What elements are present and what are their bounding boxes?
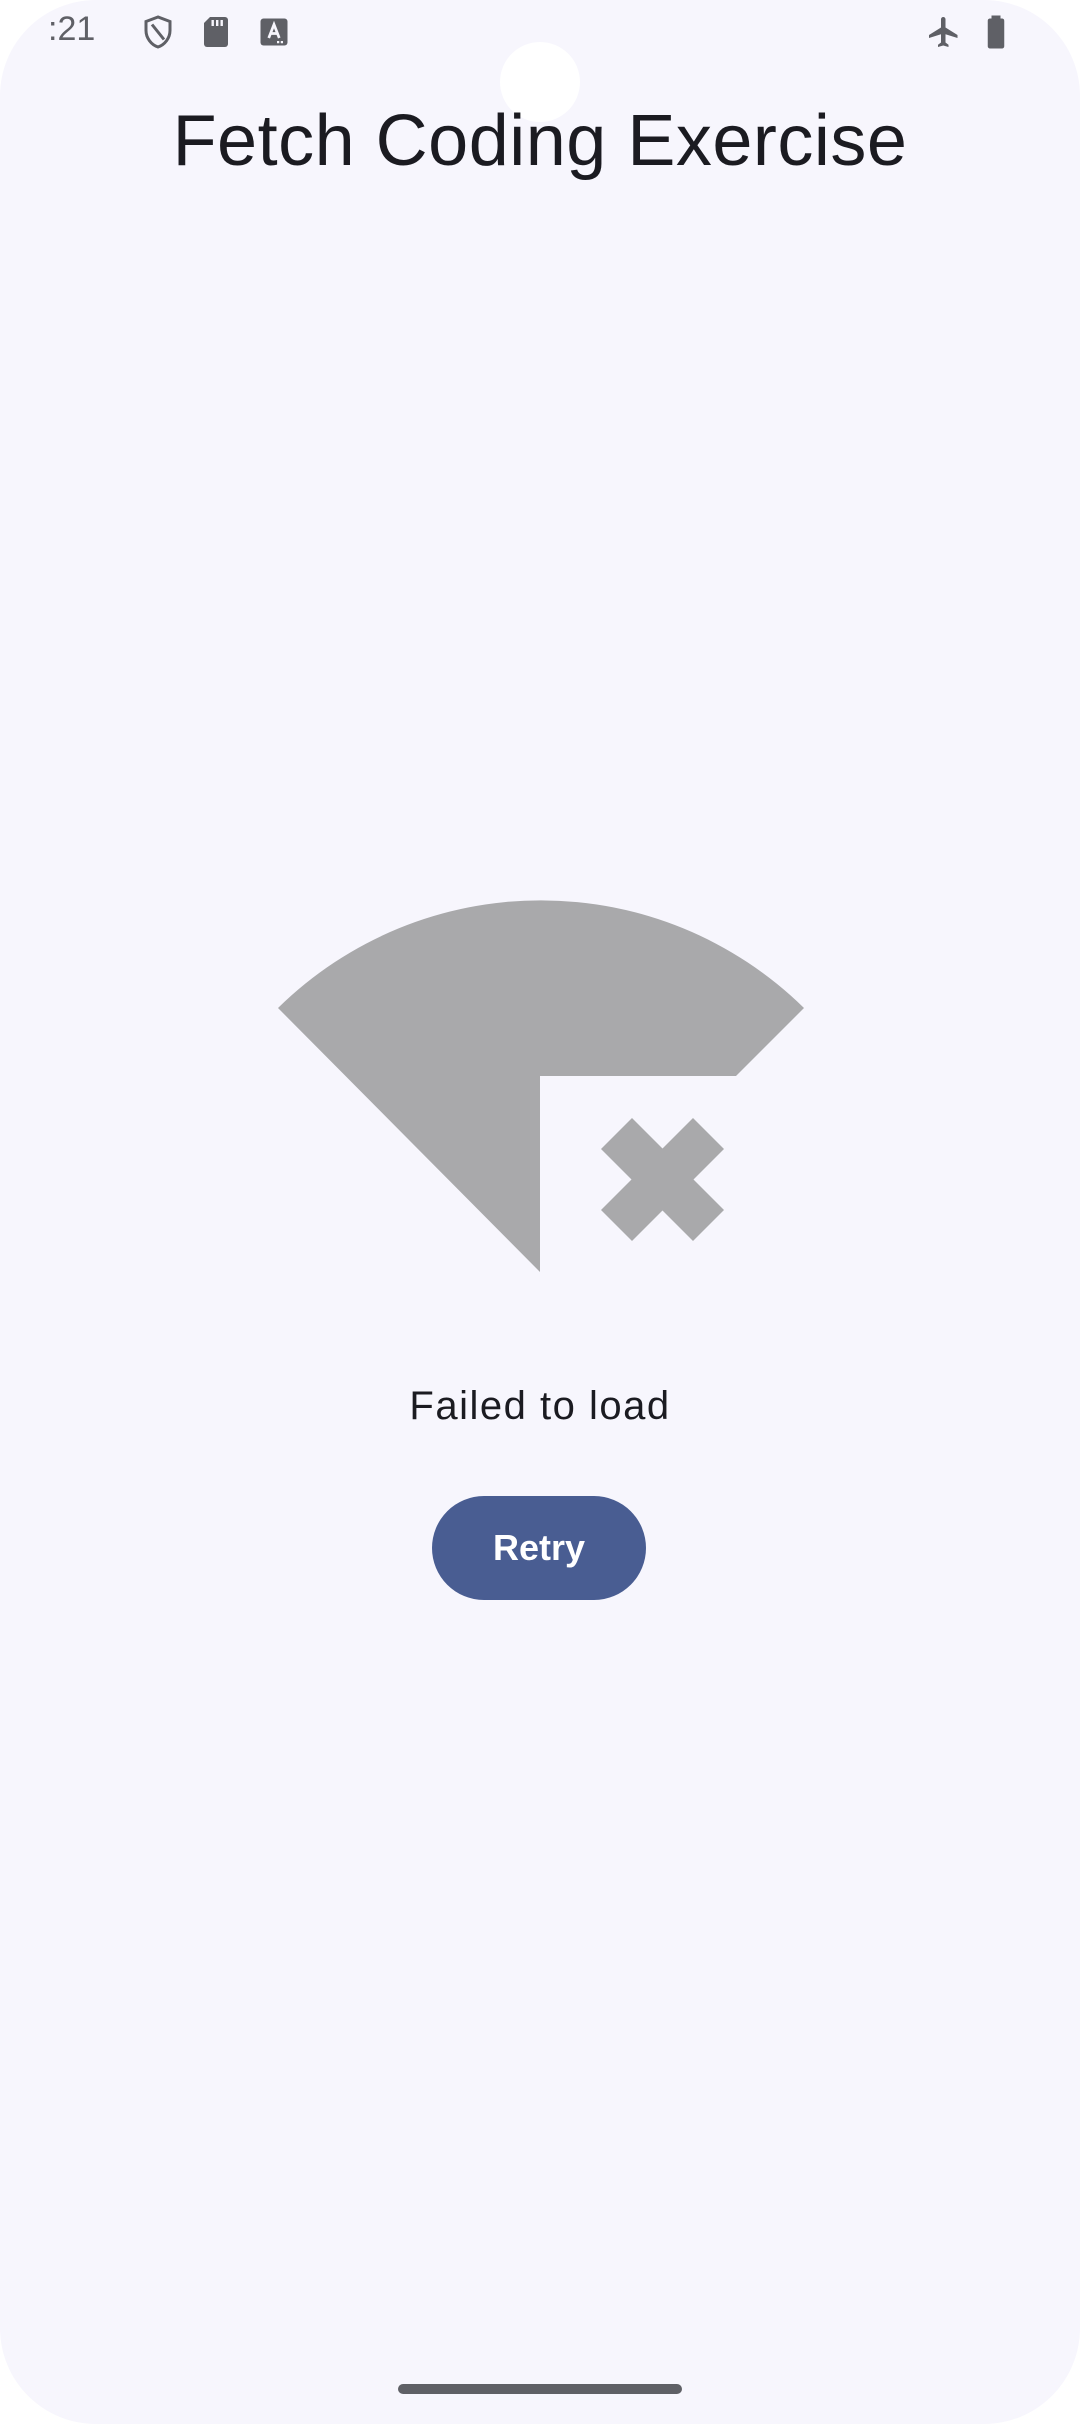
retry-button[interactable]: Retry (432, 1496, 646, 1600)
status-time: :21 (48, 10, 96, 48)
home-indicator[interactable] (398, 2384, 682, 2394)
airplane-mode-icon (926, 14, 962, 50)
page-title: Fetch Coding Exercise (172, 101, 908, 181)
font-a-icon (256, 14, 292, 50)
error-message: Failed to load (409, 1384, 671, 1428)
app-screen: :21 Fetch Coding Exercise Failed to load… (0, 0, 1080, 2424)
sd-card-icon (198, 14, 234, 50)
wifi-off-icon (278, 898, 804, 1272)
battery-icon (978, 14, 1014, 50)
shield-icon (140, 14, 176, 50)
